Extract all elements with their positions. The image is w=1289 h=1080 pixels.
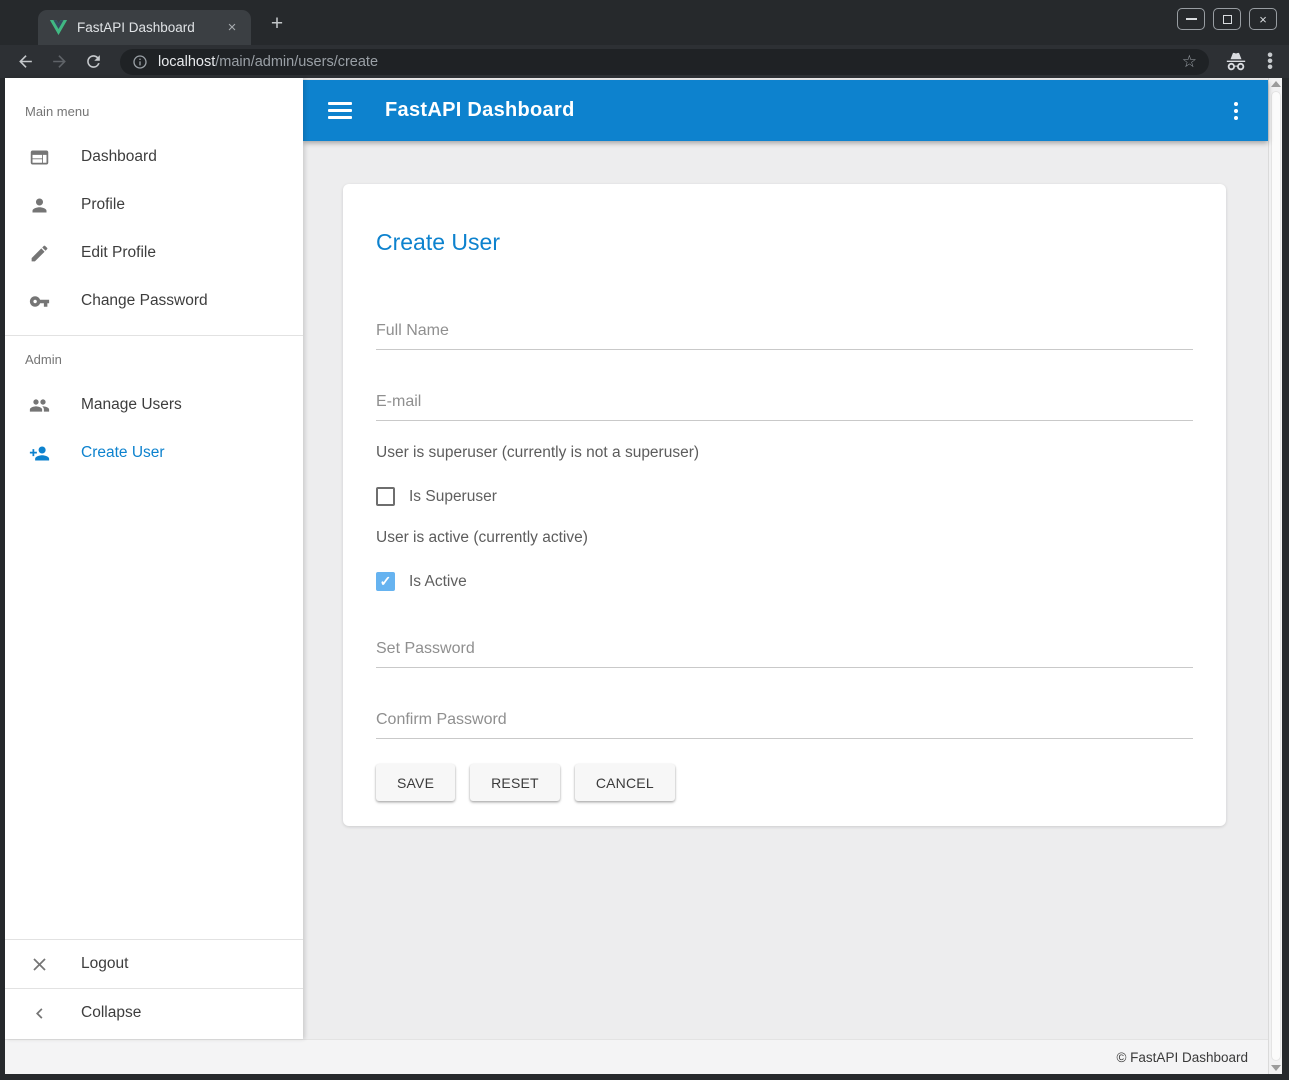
window-controls: × [1177, 8, 1277, 30]
superuser-hint: User is superuser (currently is not a su… [376, 444, 1193, 462]
is-superuser-checkbox[interactable] [376, 487, 395, 506]
address-bar[interactable]: localhost/main/admin/users/create ☆ [120, 49, 1209, 75]
set-password-label: Set Password [376, 640, 475, 657]
chevron-left-icon [29, 1003, 50, 1024]
pencil-icon [29, 243, 50, 264]
sidebar-bottom: Logout Collapse [5, 939, 303, 1039]
tab-close-icon[interactable]: × [223, 19, 241, 37]
scrollbar-thumb[interactable] [1271, 91, 1281, 1061]
sidebar-item-label: Change Password [81, 292, 208, 310]
reset-button[interactable]: RESET [470, 764, 560, 801]
is-active-checkbox[interactable]: ✓ [376, 572, 395, 591]
is-active-checkbox-row[interactable]: ✓ Is Active [376, 572, 1193, 591]
hamburger-menu-icon[interactable] [328, 102, 352, 119]
sidebar-item-edit-profile[interactable]: Edit Profile [5, 229, 303, 277]
forward-button[interactable] [48, 51, 70, 73]
sidebar-item-change-password[interactable]: Change Password [5, 277, 303, 325]
create-user-card: Create User Full Name E-mail User is sup… [343, 184, 1226, 826]
page-title: Create User [376, 229, 1193, 256]
sidebar-item-create-user[interactable]: Create User [5, 429, 303, 477]
maximize-button[interactable] [1213, 8, 1241, 30]
save-button[interactable]: SAVE [376, 764, 455, 801]
sidebar-item-dashboard[interactable]: Dashboard [5, 133, 303, 181]
confirm-password-field[interactable]: Confirm Password [376, 711, 1193, 739]
tab-title: FastAPI Dashboard [77, 20, 223, 35]
vue-logo-icon [50, 19, 67, 36]
minimize-icon [1186, 18, 1197, 20]
sidebar-item-label: Dashboard [81, 148, 157, 166]
maximize-icon [1223, 15, 1232, 24]
minimize-button[interactable] [1177, 8, 1205, 30]
is-superuser-label: Is Superuser [409, 488, 497, 506]
browser-window: FastAPI Dashboard × + × localhost/main/a… [0, 0, 1289, 1080]
sidebar-item-label: Profile [81, 196, 125, 214]
bookmark-star-icon[interactable]: ☆ [1180, 52, 1199, 72]
sidebar: Main menu Dashboard Profile [5, 78, 303, 1039]
sidebar-item-logout[interactable]: Logout [5, 940, 303, 988]
is-active-label: Is Active [409, 573, 467, 591]
close-window-button[interactable]: × [1249, 8, 1277, 30]
page-scrollbar[interactable] [1268, 78, 1282, 1074]
header-menu-icon[interactable] [1230, 98, 1242, 124]
sidebar-item-label: Edit Profile [81, 244, 156, 262]
copyright-text: © FastAPI Dashboard [1116, 1050, 1248, 1065]
url-path: /main/admin/users/create [215, 54, 378, 70]
browser-menu-icon[interactable]: ••• [1261, 53, 1279, 71]
content-area: Create User Full Name E-mail User is sup… [303, 141, 1268, 1039]
sidebar-item-manage-users[interactable]: Manage Users [5, 381, 303, 429]
main-area: FastAPI Dashboard Create User Full Name … [303, 78, 1268, 1039]
full-name-field[interactable]: Full Name [376, 322, 1193, 350]
url-host: localhost [158, 54, 215, 70]
sidebar-item-label: Create User [81, 444, 165, 462]
confirm-password-label: Confirm Password [376, 711, 507, 728]
key-icon [29, 291, 50, 312]
app-footer: © FastAPI Dashboard [5, 1039, 1268, 1074]
back-button[interactable] [14, 51, 36, 73]
app-title: FastAPI Dashboard [385, 99, 575, 122]
sidebar-item-label: Manage Users [81, 396, 182, 414]
set-password-field[interactable]: Set Password [376, 640, 1193, 668]
sidebar-item-profile[interactable]: Profile [5, 181, 303, 229]
person-add-icon [29, 443, 50, 464]
email-field[interactable]: E-mail [376, 393, 1193, 421]
incognito-icon [1225, 51, 1247, 73]
tab-strip: FastAPI Dashboard × + × [0, 0, 1289, 45]
page-client: Main menu Dashboard Profile [5, 78, 1282, 1074]
group-icon [29, 395, 50, 416]
browser-tab[interactable]: FastAPI Dashboard × [38, 10, 251, 45]
browser-toolbar: localhost/main/admin/users/create ☆ ••• [0, 45, 1289, 78]
sidebar-section-admin: Admin [5, 336, 303, 381]
site-info-icon[interactable] [132, 54, 148, 70]
sidebar-item-collapse[interactable]: Collapse [5, 989, 303, 1037]
reload-button[interactable] [82, 51, 104, 73]
email-label: E-mail [376, 393, 421, 410]
sidebar-item-label: Collapse [81, 1004, 141, 1022]
close-icon [29, 954, 50, 975]
person-icon [29, 195, 50, 216]
new-tab-button[interactable]: + [263, 11, 291, 39]
active-hint: User is active (currently active) [376, 529, 1193, 547]
cancel-button[interactable]: CANCEL [575, 764, 675, 801]
full-name-label: Full Name [376, 322, 449, 339]
url-text: localhost/main/admin/users/create [158, 54, 378, 70]
app-header: FastAPI Dashboard [303, 80, 1268, 141]
dashboard-icon [29, 147, 50, 168]
scrollbar-up-icon[interactable] [1271, 81, 1281, 87]
scrollbar-down-icon[interactable] [1271, 1065, 1281, 1071]
sidebar-item-label: Logout [81, 955, 128, 973]
form-buttons: SAVE RESET CANCEL [376, 764, 1193, 801]
is-superuser-checkbox-row[interactable]: Is Superuser [376, 487, 1193, 506]
sidebar-section-main-menu: Main menu [5, 78, 303, 133]
